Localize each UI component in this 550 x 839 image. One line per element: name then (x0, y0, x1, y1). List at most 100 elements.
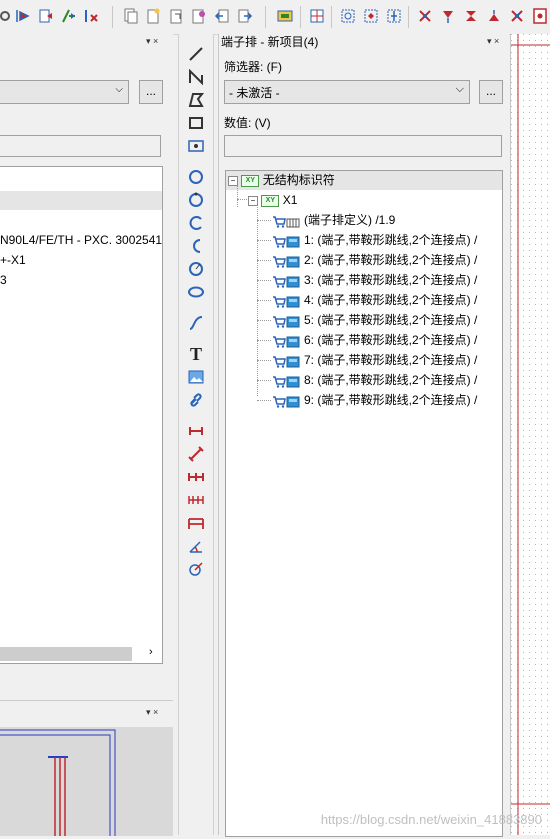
list-item[interactable]: N90L4/FE/TH - PXC. 3002541 (0, 233, 162, 247)
reference-dimension-icon[interactable] (186, 513, 206, 533)
corner-connect-icon[interactable] (439, 7, 457, 25)
copy-page-icon[interactable] (121, 7, 139, 25)
terminal-icon[interactable] (531, 7, 549, 25)
circle-3point-icon[interactable] (186, 190, 206, 210)
t-connect-down-icon[interactable] (485, 7, 503, 25)
list-item[interactable]: +-X1 (0, 253, 26, 267)
settings-icon[interactable] (0, 7, 14, 25)
increment-dimension-icon[interactable] (186, 490, 206, 510)
terminal-icon (286, 255, 300, 268)
scroll-right-icon[interactable]: › (149, 646, 153, 658)
connection-angle-icon[interactable] (362, 7, 380, 25)
tree-row-terminal[interactable]: 5: (端子,带鞍形跳线,2个连接点) / (272, 311, 477, 330)
circle-icon[interactable] (186, 167, 206, 187)
angular-dimension-icon[interactable] (186, 536, 206, 556)
arc-icon[interactable] (186, 213, 206, 233)
terminal-icon (286, 335, 300, 348)
tree-root-label: 无结构标识符 (262, 173, 335, 187)
next-page-icon[interactable] (236, 7, 254, 25)
tree-node-row[interactable]: − XY X1 (248, 191, 297, 210)
spline-icon[interactable] (186, 313, 206, 333)
polygon-icon[interactable] (186, 90, 206, 110)
collapse-toggle-icon[interactable]: − (228, 175, 238, 186)
navigate-icon[interactable] (60, 7, 78, 25)
panel-pin-controls[interactable]: ▾ × (487, 36, 499, 47)
panel-pin-controls[interactable]: ▾ × (146, 36, 158, 47)
tree-item-label: 5: (端子,带鞍形跳线,2个连接点) / (304, 313, 478, 327)
tree-row-terminal[interactable]: 4: (端子,带鞍形跳线,2个连接点) / (272, 291, 477, 310)
tree-row-terminal[interactable]: 1: (端子,带鞍形跳线,2个连接点) / (272, 231, 477, 250)
tree-item-label: 7: (端子,带鞍形跳线,2个连接点) / (304, 353, 478, 367)
linear-dimension-icon[interactable] (186, 421, 206, 441)
image-icon[interactable] (186, 367, 206, 387)
hyperlink-icon[interactable] (186, 390, 206, 410)
value-label: 数值: (V) (224, 116, 271, 130)
chevron-down-icon: ⌵ (455, 83, 464, 95)
value-input[interactable] (0, 135, 161, 157)
terminal-strip-navigator: 端子排 - 新项目(4) ▾ × 筛选器: (F) - 未激活 - ⌵ ... … (218, 34, 509, 837)
tree-item-label: (端子排定义) /1.9 (304, 213, 396, 227)
chevron-down-icon: ⌵ (115, 84, 123, 95)
filter-dropdown[interactable]: ⌵ (0, 80, 129, 104)
panel-title: 端子排 - 新项目(4) (221, 35, 319, 49)
value-input[interactable] (224, 135, 502, 157)
filter-dropdown[interactable]: - 未激活 - ⌵ (224, 80, 470, 104)
grid-insert-icon[interactable] (308, 7, 326, 25)
panel-pin-controls[interactable]: ▾ × (146, 707, 158, 718)
tree-item-label: 8: (端子,带鞍形跳线,2个连接点) / (304, 373, 478, 387)
filter-more-button[interactable]: ... (139, 80, 163, 104)
tree-row-strip-definition[interactable]: (端子排定义) /1.9 (272, 211, 395, 230)
chain-dimension-icon[interactable] (186, 467, 206, 487)
jump-cancel-icon[interactable] (83, 7, 101, 25)
cart-icon (272, 315, 286, 328)
line-icon[interactable] (186, 44, 206, 64)
arc-3point-icon[interactable] (186, 236, 206, 256)
tree-row-terminal[interactable]: 7: (端子,带鞍形跳线,2个连接点) / (272, 351, 477, 370)
tree-row-terminal[interactable]: 3: (端子,带鞍形跳线,2个连接点) / (272, 271, 477, 290)
cross-connect-icon[interactable] (416, 7, 434, 25)
terminal-strip-icon: XY (261, 194, 280, 207)
structure-identifier-icon: XY (241, 174, 260, 187)
tree-row-terminal[interactable]: 8: (端子,带鞍形跳线,2个连接点) / (272, 371, 477, 390)
cart-icon (272, 395, 286, 408)
new-page-icon[interactable] (144, 7, 162, 25)
horizontal-scrollbar[interactable] (0, 647, 132, 661)
text-icon[interactable]: T (186, 344, 206, 364)
tree-root-row[interactable]: − XY 无结构标识符 (228, 171, 335, 190)
aligned-dimension-icon[interactable] (186, 444, 206, 464)
previous-page-icon[interactable] (213, 7, 231, 25)
sector-icon[interactable] (186, 259, 206, 279)
interruption-point-icon[interactable] (508, 7, 526, 25)
list-item[interactable]: 3 (0, 273, 7, 287)
jump-forward-icon[interactable] (14, 7, 32, 25)
polyline-icon[interactable] (186, 67, 206, 87)
connection-tee-icon[interactable] (385, 7, 403, 25)
tree-row-terminal[interactable]: 9: (端子,带鞍形跳线,2个连接点) / (272, 391, 477, 410)
main-toolbar (0, 0, 550, 35)
radius-dimension-icon[interactable] (186, 559, 206, 579)
watermark: https://blog.csdn.net/weixin_41883890 (320, 812, 542, 827)
cart-icon (272, 375, 286, 388)
tree-row-terminal[interactable]: 2: (端子,带鞍形跳线,2个连接点) / (272, 251, 477, 270)
page-properties-icon[interactable] (167, 7, 185, 25)
filter-more-button[interactable]: ... (479, 80, 503, 104)
terminal-tree: − XY 无结构标识符 − XY X1 (端子排定义) /1.9 1: (端子,带… (225, 170, 503, 837)
cart-icon (272, 235, 286, 248)
t-connect-icon[interactable] (462, 7, 480, 25)
preview-canvas[interactable] (0, 727, 173, 836)
page-info-icon[interactable] (190, 7, 208, 25)
connection-point-icon[interactable] (339, 7, 357, 25)
tree-row-terminal[interactable]: 6: (端子,带鞍形跳线,2个连接点) / (272, 331, 477, 350)
terminal-icon (286, 235, 300, 248)
jump-page-icon[interactable] (37, 7, 55, 25)
schematic-canvas[interactable] (510, 34, 550, 835)
structure-box-icon[interactable] (186, 136, 206, 156)
macro-icon[interactable] (276, 7, 294, 25)
rectangle-icon[interactable] (186, 113, 206, 133)
tree-item-label: 9: (端子,带鞍形跳线,2个连接点) / (304, 393, 478, 407)
collapse-toggle-icon[interactable]: − (248, 195, 258, 206)
drawing-tool-strip: T (178, 34, 214, 835)
graphical-preview-panel: ▾ × (0, 700, 173, 836)
list-item-selected[interactable] (0, 191, 162, 210)
ellipse-icon[interactable] (186, 282, 206, 302)
